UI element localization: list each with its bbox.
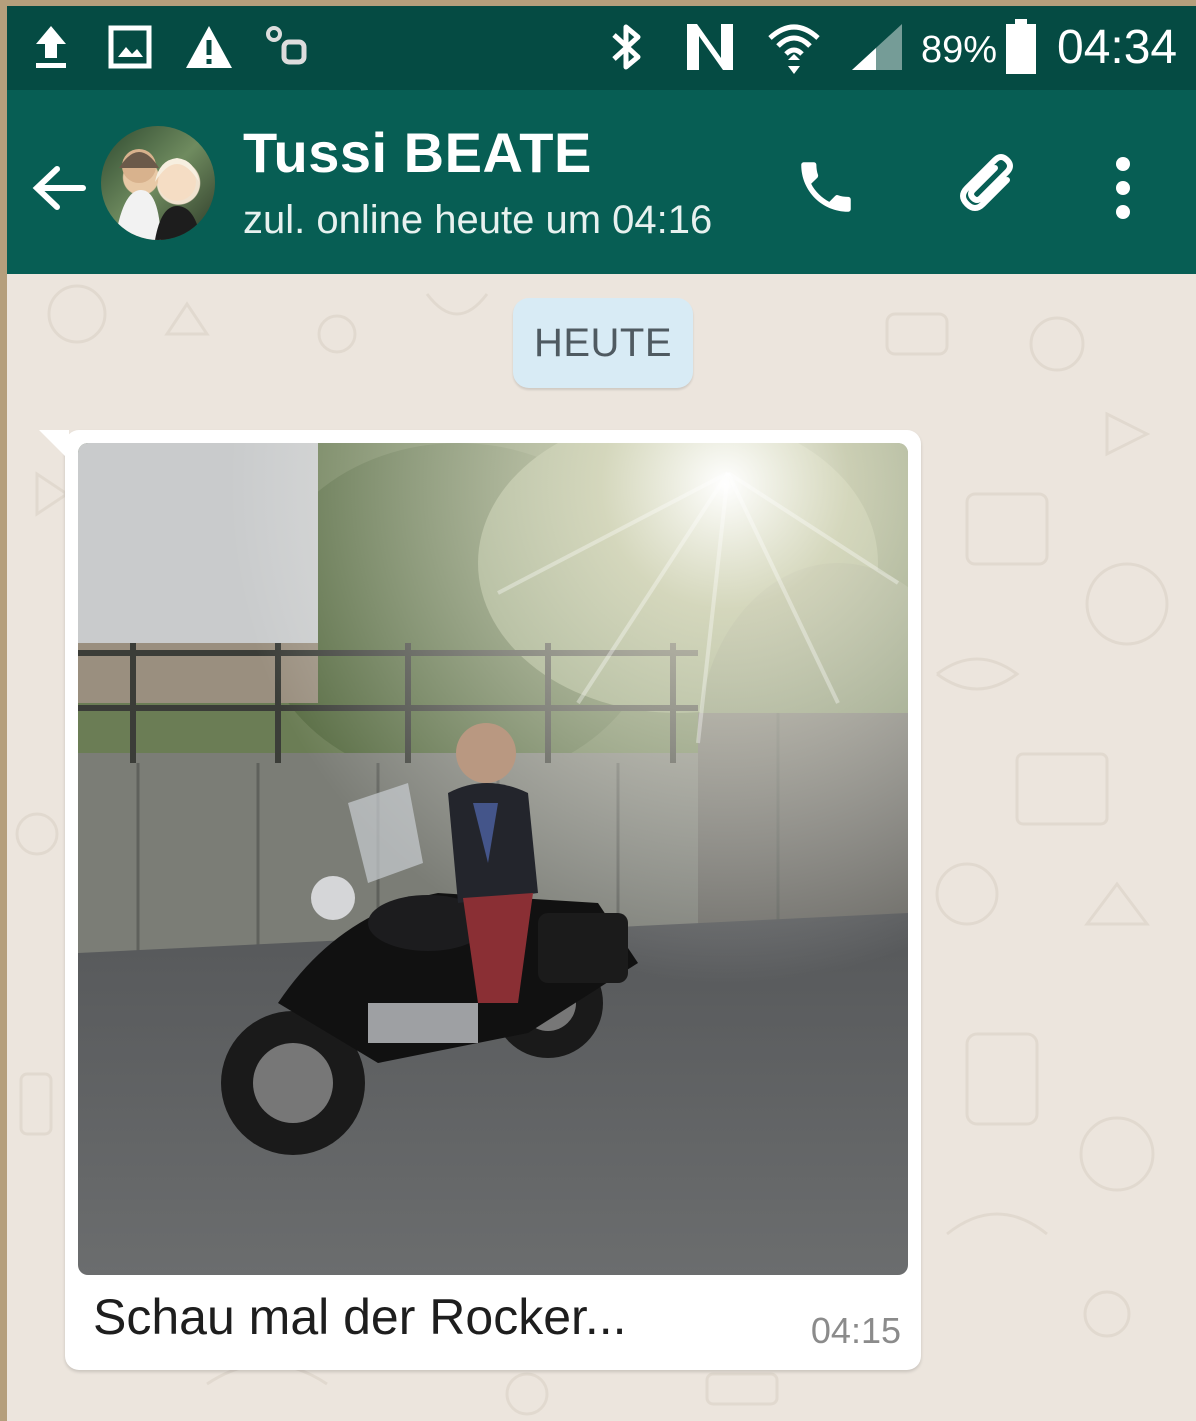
message-caption: Schau mal der Rocker... bbox=[93, 1289, 627, 1345]
date-separator: HEUTE bbox=[513, 298, 693, 388]
more-icon[interactable] bbox=[1105, 152, 1141, 224]
status-bar: 89% 04:34 bbox=[7, 6, 1196, 90]
message-timestamp: 04:15 bbox=[810, 1310, 901, 1351]
clock: 04:34 bbox=[1057, 21, 1178, 74]
pokemon-go-icon bbox=[263, 22, 311, 72]
bubble-tail bbox=[39, 430, 69, 460]
call-icon[interactable] bbox=[791, 152, 861, 222]
chat-area[interactable]: HEUTE Schau mal der Rocker... 04:15 bbox=[7, 274, 1196, 1421]
back-arrow-icon[interactable] bbox=[29, 158, 89, 218]
avatar[interactable] bbox=[101, 126, 215, 240]
wifi-icon bbox=[765, 22, 823, 74]
bluetooth-icon bbox=[607, 22, 647, 72]
gallery-icon bbox=[107, 22, 153, 72]
attach-icon[interactable] bbox=[951, 148, 1031, 228]
contact-name[interactable]: Tussi BEATE bbox=[243, 120, 592, 185]
last-seen-status: zul. online heute um 04:16 bbox=[243, 198, 713, 242]
phone-screen: 89% 04:34 Tussi BEATE zul. online heute … bbox=[7, 6, 1196, 1421]
chat-header: Tussi BEATE zul. online heute um 04:16 bbox=[7, 90, 1196, 274]
upload-icon bbox=[31, 22, 71, 72]
incoming-message-bubble[interactable]: Schau mal der Rocker... 04:15 bbox=[39, 430, 921, 1370]
battery-percent: 89% bbox=[921, 29, 998, 71]
nfc-icon bbox=[681, 22, 739, 72]
warning-icon bbox=[183, 22, 235, 72]
signal-icon bbox=[847, 22, 905, 72]
message-photo[interactable] bbox=[78, 443, 908, 1275]
battery-icon bbox=[1003, 19, 1039, 74]
